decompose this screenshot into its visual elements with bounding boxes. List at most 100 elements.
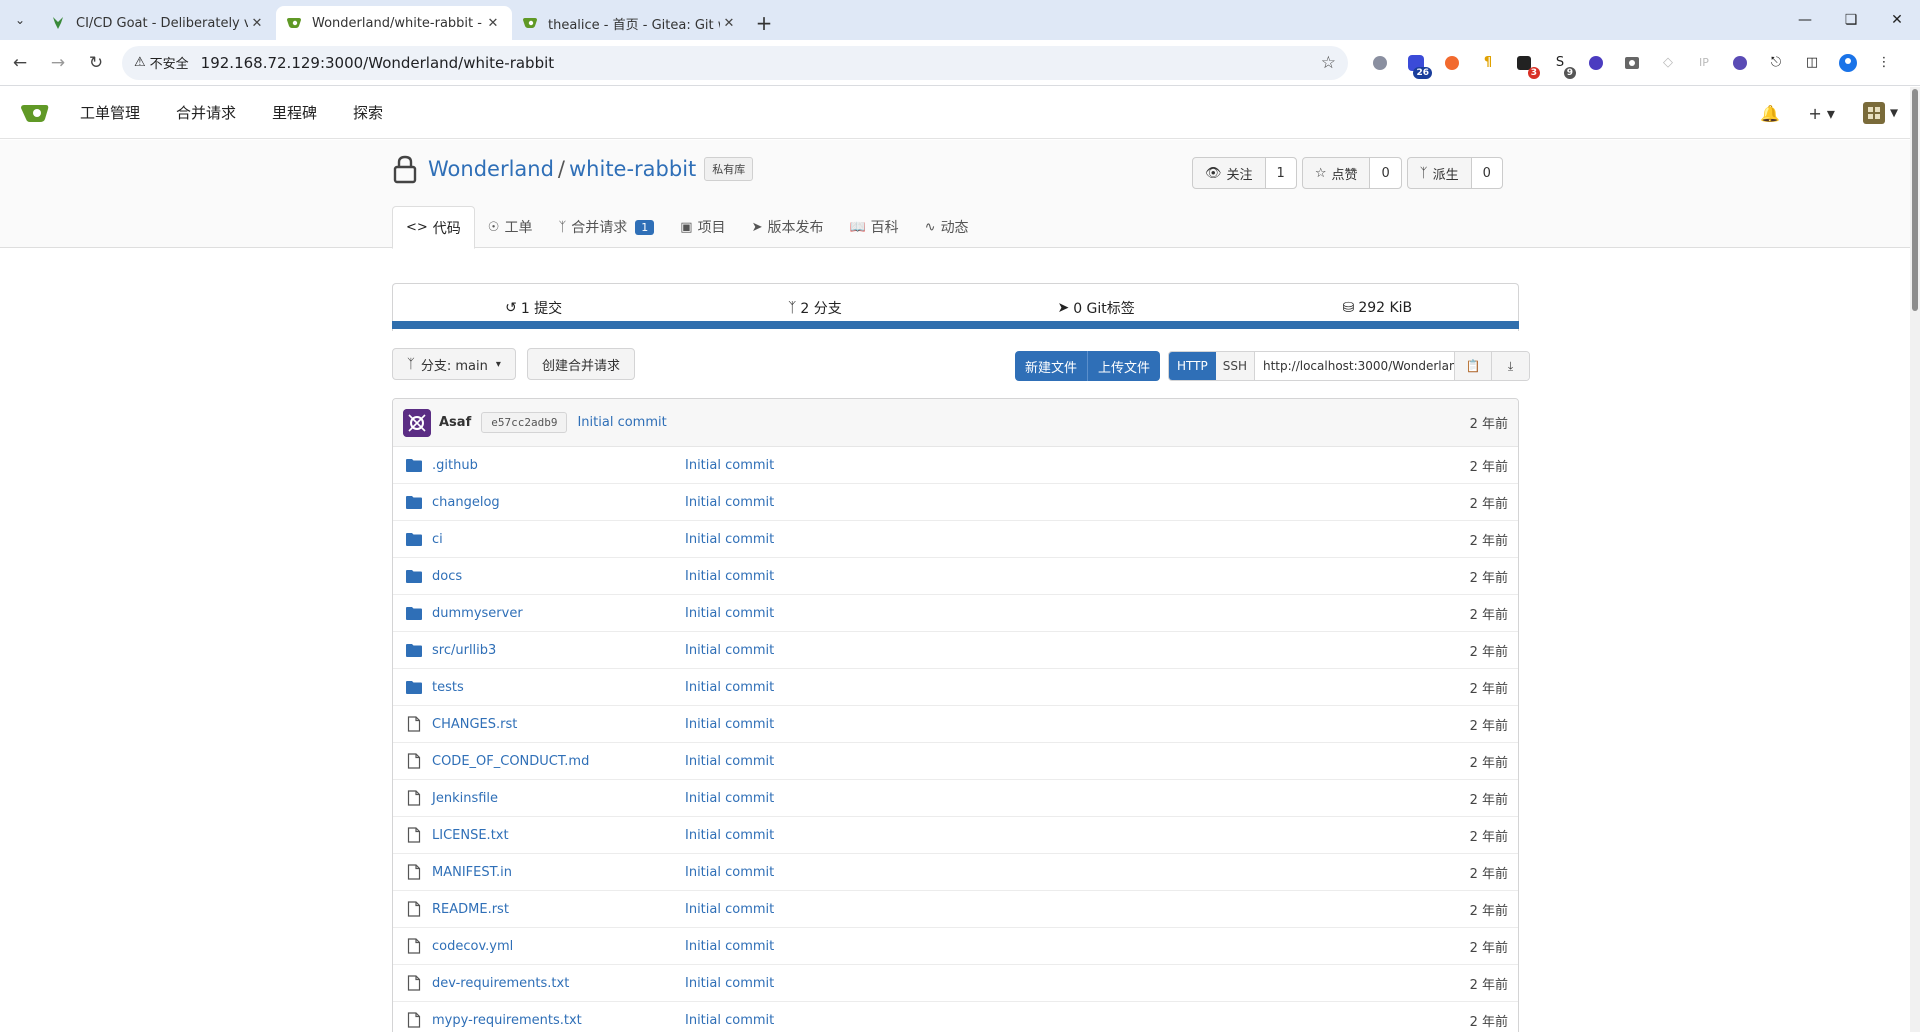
file-name-link[interactable]: Jenkinsfile [432,791,498,806]
file-name-link[interactable]: changelog [432,495,500,510]
reload-icon[interactable]: ↻ [78,45,114,81]
language-bar[interactable] [392,321,1519,329]
tab-issues[interactable]: ☉ 工单 [475,206,546,248]
browser-tab-white-rabbit[interactable]: Wonderland/white-rabbit - v ✕ [276,6,512,40]
restore-icon[interactable]: ❏ [1828,0,1874,40]
extension-ip-icon[interactable]: IP [1690,49,1718,77]
repo-name-link[interactable]: white-rabbit [569,157,696,181]
file-name-link[interactable]: codecov.yml [432,939,513,954]
close-window-icon[interactable]: ✕ [1874,0,1920,40]
file-name-link[interactable]: dev-requirements.txt [432,976,569,991]
file-commit-message-link[interactable]: Initial commit [685,902,774,917]
tab-wiki[interactable]: 📖 百科 [836,206,911,248]
commit-author[interactable]: Asaf [439,415,471,430]
forward-arrow-icon[interactable]: → [40,45,76,81]
extension-diamond-icon[interactable]: ◇ [1654,49,1682,77]
file-commit-message-link[interactable]: Initial commit [685,791,774,806]
new-tab-button[interactable]: + [748,6,780,40]
bookmark-star-icon[interactable]: ☆ [1321,53,1336,73]
nav-explore[interactable]: 探索 [353,102,383,123]
user-avatar-menu[interactable]: ▾ [1862,102,1898,124]
tab-pull-requests[interactable]: ᛉ 合并请求 1 [545,206,667,248]
scrollbar-thumb[interactable] [1912,89,1918,311]
tab-projects[interactable]: ▣ 项目 [667,206,738,248]
file-name-link[interactable]: dummyserver [432,606,523,621]
tab-close-icon[interactable]: ✕ [248,16,266,31]
fork-button[interactable]: ᛉ 派生 0 [1406,157,1503,189]
extension-globe-icon[interactable] [1726,49,1754,77]
tab-activity[interactable]: ∿ 动态 [912,206,982,248]
security-indicator[interactable]: ⚠ 不安全 [134,53,189,72]
extensions-puzzle-icon[interactable]: ⎋ [1762,49,1790,77]
file-name-link[interactable]: docs [432,569,462,584]
file-commit-message-link[interactable]: Initial commit [685,828,774,843]
file-name-link[interactable]: mypy-requirements.txt [432,1013,582,1028]
tab-code[interactable]: <> 代码 [392,206,475,249]
branch-dropdown[interactable]: ᛉ 分支: main ▾ [392,348,516,380]
fork-count[interactable]: 0 [1471,158,1502,188]
notification-bell-icon[interactable]: 🔔 [1760,104,1780,123]
tab-close-icon[interactable]: ✕ [484,16,502,31]
file-commit-message-link[interactable]: Initial commit [685,680,774,695]
file-commit-message-link[interactable]: Initial commit [685,458,774,473]
file-commit-message-link[interactable]: Initial commit [685,754,774,769]
upload-file-button[interactable]: 上传文件 [1087,351,1160,381]
file-commit-message-link[interactable]: Initial commit [685,976,774,991]
file-name-link[interactable]: tests [432,680,464,695]
tab-releases[interactable]: ➤ 版本发布 [739,206,837,248]
file-name-link[interactable]: LICENSE.txt [432,828,509,843]
back-arrow-icon[interactable]: ← [2,45,38,81]
new-file-button[interactable]: 新建文件 [1015,351,1087,381]
copy-clipboard-icon[interactable]: 📋 [1454,352,1492,380]
file-commit-message-link[interactable]: Initial commit [685,532,774,547]
commit-sha[interactable]: e57cc2adb9 [481,412,568,433]
file-commit-message-link[interactable]: Initial commit [685,495,774,510]
page-scrollbar[interactable] [1910,87,1920,1032]
watch-button[interactable]: 👁 关注 1 [1192,157,1297,189]
download-icon[interactable]: ⤓ [1491,352,1529,380]
browser-tab-cicd-goat[interactable]: CI/CD Goat - Deliberately vul ✕ [40,6,276,40]
minimize-icon[interactable]: — [1782,0,1828,40]
star-button[interactable]: ☆ 点赞 0 [1301,157,1402,189]
nav-pull-requests[interactable]: 合并请求 [176,102,236,123]
tab-close-icon[interactable]: ✕ [720,16,738,31]
address-bar[interactable]: ⚠ 不安全 192.168.72.129:3000/Wonderland/whi… [122,45,1348,80]
browser-menu-icon[interactable]: ⋮ [1870,49,1898,77]
file-commit-message-link[interactable]: Initial commit [685,717,774,732]
nav-issues[interactable]: 工单管理 [80,102,140,123]
url-text[interactable]: 192.168.72.129:3000/Wonderland/white-rab… [201,54,1321,72]
extension-dash-icon[interactable]: S9 [1546,49,1576,79]
extension-badge-icon[interactable]: 26 [1402,49,1432,79]
extension-red-icon[interactable]: 3 [1510,49,1540,79]
side-panel-icon[interactable]: ◫ [1798,49,1826,77]
create-plus-icon[interactable]: + ▾ [1808,104,1835,123]
file-name-link[interactable]: CODE_OF_CONDUCT.md [432,754,589,769]
file-name-link[interactable]: ci [432,532,443,547]
file-name-link[interactable]: MANIFEST.in [432,865,512,880]
file-name-link[interactable]: src/urllib3 [432,643,496,658]
avatar[interactable] [403,408,431,437]
repo-owner-link[interactable]: Wonderland [428,157,554,181]
file-name-link[interactable]: .github [432,458,478,473]
file-commit-message-link[interactable]: Initial commit [685,1013,774,1028]
http-clone-button[interactable]: HTTP [1169,352,1216,380]
file-commit-message-link[interactable]: Initial commit [685,643,774,658]
file-commit-message-link[interactable]: Initial commit [685,569,774,584]
commit-message[interactable]: Initial commit [577,415,666,430]
create-pr-button[interactable]: 创建合并请求 [527,348,636,380]
ssh-clone-button[interactable]: SSH [1215,352,1255,380]
profile-avatar-icon[interactable] [1834,49,1862,77]
file-commit-message-link[interactable]: Initial commit [685,939,774,954]
nav-milestones[interactable]: 里程碑 [272,102,317,123]
gitea-logo-icon[interactable] [20,102,50,124]
browser-tab-thealice[interactable]: thealice - 首页 - Gitea: Git wit ✕ [512,6,748,40]
file-name-link[interactable]: CHANGES.rst [432,717,517,732]
file-commit-message-link[interactable]: Initial commit [685,606,774,621]
extension-camera-icon[interactable] [1618,49,1646,77]
extension-purple-icon[interactable] [1582,49,1610,77]
watch-count[interactable]: 1 [1265,158,1296,188]
extension-orange-icon[interactable] [1438,49,1466,77]
file-name-link[interactable]: README.rst [432,902,509,917]
extension-circle-icon[interactable] [1366,49,1394,77]
tab-search-button[interactable]: ⌄ [0,0,40,40]
